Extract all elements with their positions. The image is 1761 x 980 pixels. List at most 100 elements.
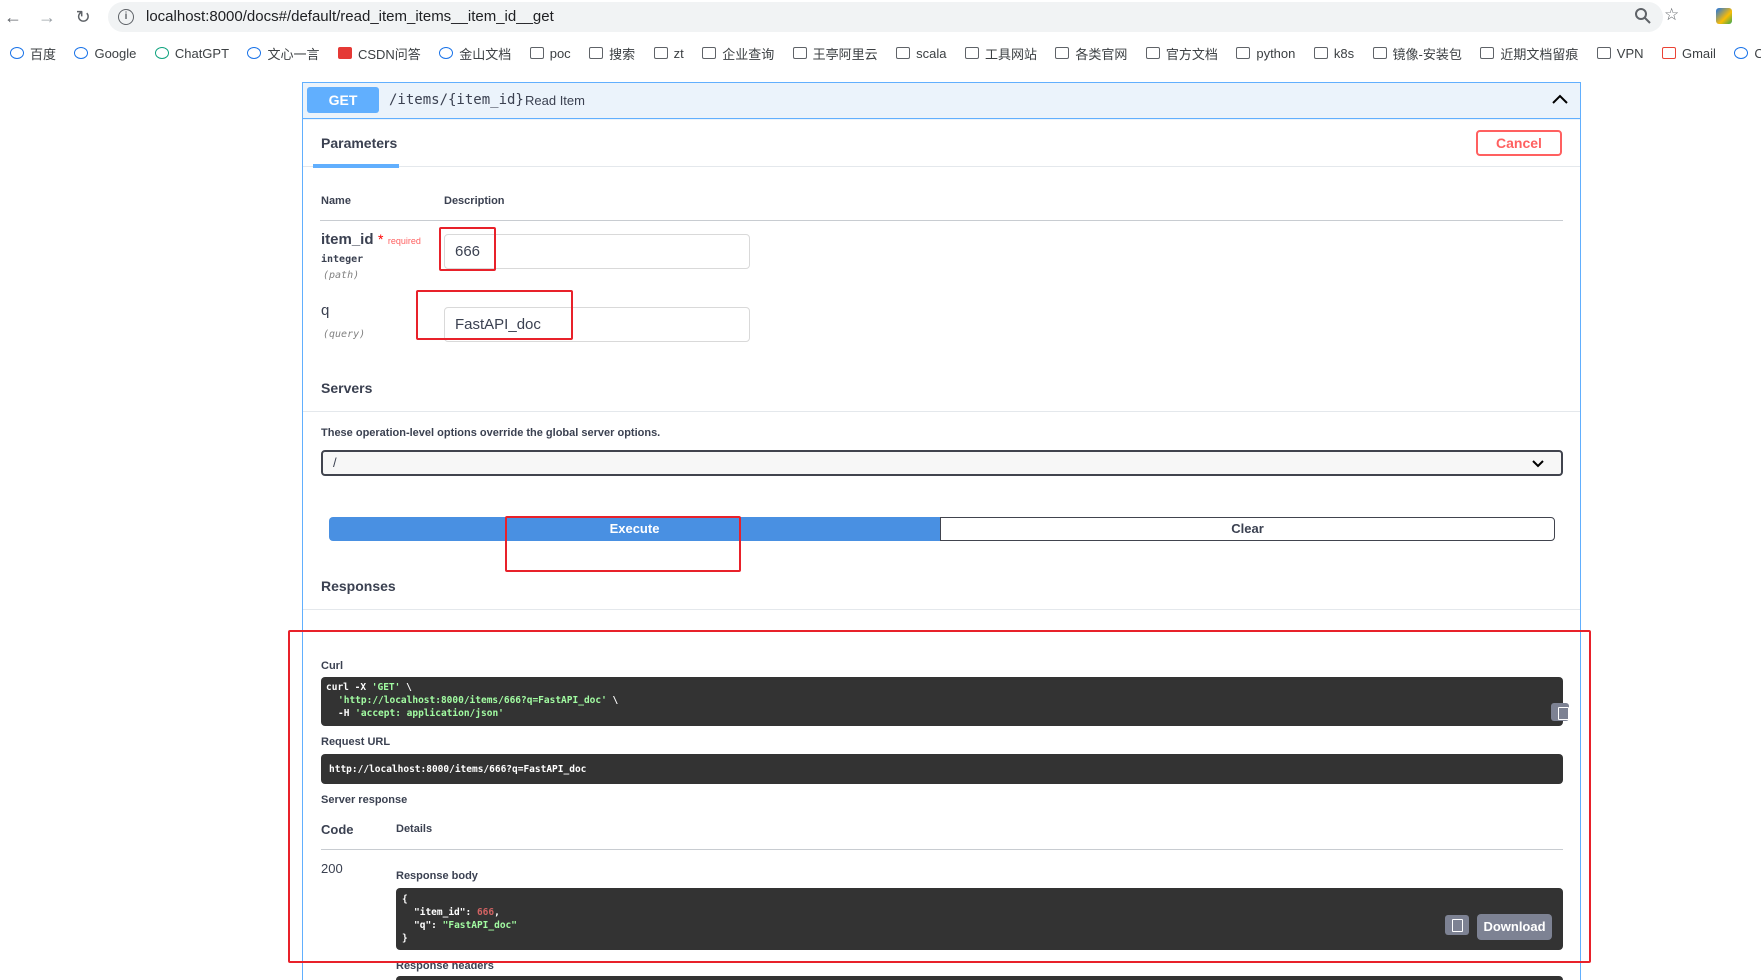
execute-button[interactable]: Execute	[329, 517, 940, 541]
site-info-icon[interactable]: i	[118, 9, 134, 25]
download-button[interactable]: Download	[1477, 914, 1552, 940]
bookmark-folder[interactable]: 企业查询	[702, 40, 774, 66]
column-header-description: Description	[444, 195, 505, 207]
response-body-label: Response body	[396, 870, 478, 882]
servers-header: Servers	[303, 365, 1580, 412]
request-url-label: Request URL	[321, 736, 391, 748]
column-header-name: Name	[321, 195, 351, 207]
folder-icon	[792, 47, 807, 59]
bookmark-folder[interactable]: 官方文档	[1145, 40, 1218, 66]
bookmark-folder[interactable]: poc	[529, 40, 571, 66]
bookmark-folder[interactable]: 工具网站	[964, 40, 1037, 66]
address-bar[interactable]: i localhost:8000/docs#/default/read_item…	[108, 2, 1679, 32]
code-header: Code	[321, 822, 354, 837]
url-text[interactable]: localhost:8000/docs#/default/read_item_i…	[146, 8, 554, 25]
response-code: 200	[321, 861, 343, 876]
folder-icon	[702, 47, 717, 59]
folder-icon	[589, 47, 604, 59]
folder-icon	[896, 47, 911, 59]
folder-icon	[1055, 47, 1070, 59]
google-icon	[74, 47, 89, 59]
bookmark-item[interactable]: ChatGPT	[154, 40, 229, 66]
bookmark-item[interactable]: Google	[74, 40, 136, 66]
param-item-id-name: item_id * required	[321, 231, 421, 249]
bookmark-item[interactable]: Gmail	[1661, 40, 1716, 66]
bookmark-folder[interactable]: scala	[896, 40, 946, 66]
copy-icon[interactable]	[1551, 703, 1569, 721]
q-input[interactable]: FastAPI_doc	[444, 307, 750, 342]
divider	[321, 849, 1563, 850]
back-icon[interactable]: ←	[0, 4, 26, 30]
gmail-icon	[1661, 47, 1676, 59]
server-response-label: Server response	[321, 794, 408, 806]
response-headers-block	[396, 976, 1563, 980]
forward-icon[interactable]: →	[34, 4, 60, 30]
responses-title: Responses	[321, 578, 396, 594]
bookmark-folder[interactable]: python	[1236, 40, 1295, 66]
curl-label: Curl	[321, 660, 343, 672]
bookmark-folder[interactable]: 王亭阿里云	[792, 40, 878, 66]
folder-icon	[1236, 47, 1251, 59]
bookmarks-bar: 百度 Google ChatGPT 文心一言 CSDN问答 金山文档 poc 搜…	[0, 40, 1761, 68]
json-line: "item_id": 666,	[414, 907, 500, 918]
method-badge: GET	[307, 87, 379, 113]
chevron-down-icon	[1531, 457, 1545, 469]
curl-line: 'http://localhost:8000/items/666?q=FastA…	[338, 695, 619, 706]
item-id-input[interactable]: 666	[444, 234, 750, 269]
clear-button[interactable]: Clear	[940, 517, 1555, 541]
bookmark-item[interactable]: 百度	[10, 40, 56, 66]
copy-icon[interactable]	[1445, 915, 1469, 935]
bookmark-folder[interactable]: 镜像-安装包	[1372, 40, 1462, 66]
parameters-header: Parameters Cancel	[303, 120, 1580, 168]
divider	[320, 220, 1563, 221]
operation-path: /items/{item_id}	[389, 92, 524, 108]
operation-summary[interactable]: GET /items/{item_id} Read Item	[303, 83, 1580, 119]
responses-header: Responses	[303, 563, 1580, 610]
folder-icon	[653, 47, 668, 59]
curl-line: -H 'accept: application/json'	[338, 708, 504, 719]
bookmark-folder[interactable]: 各类官网	[1055, 40, 1127, 66]
bookmark-star-icon[interactable]: ☆	[1664, 5, 1679, 25]
request-url: http://localhost:8000/items/666?q=FastAP…	[329, 764, 587, 775]
zoom-icon[interactable]	[1634, 7, 1652, 30]
required-label: required	[387, 236, 421, 246]
kdocs-icon	[439, 47, 454, 59]
response-headers-label: Response headers	[396, 960, 494, 972]
bookmark-item[interactable]: CSDN问答	[337, 40, 421, 66]
bookmark-item[interactable]: 金山文档	[439, 40, 511, 66]
curl-code-block[interactable]: curl -X 'GET' \ 'http://localhost:8000/i…	[321, 677, 1569, 726]
param-q-name: q	[321, 302, 330, 319]
bookmark-item[interactable]: Ch	[1734, 40, 1761, 66]
folder-icon	[1596, 47, 1611, 59]
cancel-button[interactable]: Cancel	[1476, 130, 1562, 156]
chevron-up-icon[interactable]	[1549, 89, 1571, 111]
folder-icon	[964, 47, 979, 59]
bookmark-folder[interactable]: 近期文档留痕	[1480, 40, 1578, 66]
reload-icon[interactable]: ↻	[70, 4, 96, 30]
extension-icon[interactable]	[1716, 8, 1732, 24]
operation-summary-text: Read Item	[525, 93, 585, 108]
bookmark-folder[interactable]: VPN	[1596, 40, 1644, 66]
operation-block: GET /items/{item_id} Read Item Parameter…	[302, 82, 1581, 980]
server-select[interactable]: /	[321, 450, 1563, 476]
tab-parameters[interactable]: Parameters	[321, 135, 397, 151]
bookmark-item[interactable]: 文心一言	[247, 40, 320, 66]
bookmark-folder[interactable]: zt	[653, 40, 684, 66]
bookmark-folder[interactable]: k8s	[1313, 40, 1354, 66]
folder-icon	[1313, 47, 1328, 59]
json-line: "q": "FastAPI_doc"	[414, 920, 517, 931]
curl-line: curl -X 'GET' \	[326, 682, 412, 693]
browser-toolbar: ← → ↻ i localhost:8000/docs#/default/rea…	[0, 0, 1761, 34]
request-url-block[interactable]: http://localhost:8000/items/666?q=FastAP…	[321, 754, 1563, 784]
tab-underline	[313, 164, 399, 168]
response-body-block[interactable]: { "item_id": 666, "q": "FastAPI_doc" }	[396, 888, 1563, 950]
servers-title: Servers	[321, 380, 373, 396]
folder-icon	[1480, 47, 1495, 59]
bookmark-icon	[1734, 47, 1749, 59]
baidu-icon	[10, 47, 24, 59]
bookmark-folder[interactable]: 搜索	[589, 40, 635, 66]
param-location: (path)	[323, 270, 360, 281]
param-name: item_id	[321, 231, 374, 248]
operation-body: Parameters Cancel Name Description item_…	[303, 120, 1580, 980]
param-type: integer	[321, 254, 364, 265]
